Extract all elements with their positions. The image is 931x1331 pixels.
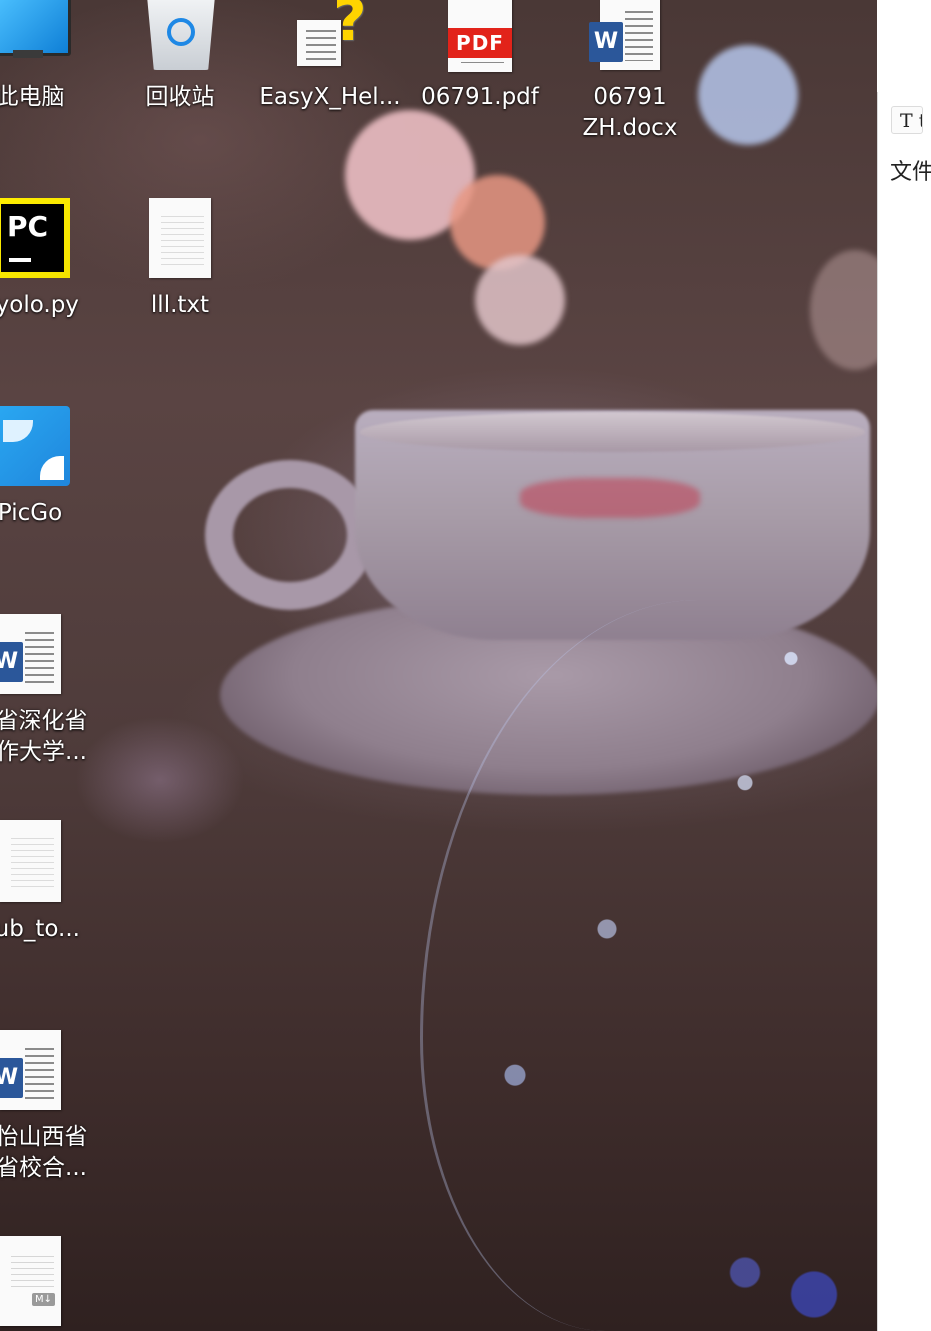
icon-label: lll.txt xyxy=(150,292,210,318)
icon-label: 此电脑 xyxy=(0,84,65,110)
picgo-icon xyxy=(0,406,70,486)
desktop-icon-picgo[interactable]: PicGo xyxy=(0,406,105,529)
word-badge: W xyxy=(589,22,623,62)
icon-label: PicGo xyxy=(0,500,63,526)
bokeh-light xyxy=(810,250,877,370)
markdown-file-icon: M↓ xyxy=(0,1236,61,1326)
icon-label: hub_to... xyxy=(0,916,80,942)
pycharm-underscore xyxy=(9,258,31,262)
word-badge: W xyxy=(0,1058,23,1098)
desktop-icon-hub-to[interactable]: hub_to... xyxy=(0,820,105,945)
icon-label: 西省深化省 合作大学... xyxy=(0,708,88,765)
text-format-button[interactable]: T t xyxy=(891,106,923,134)
icon-label: EasyX_Hel... xyxy=(259,84,401,110)
file-menu[interactable]: 文件 xyxy=(890,154,931,186)
icon-label: 06791 ZH.docx xyxy=(582,84,678,141)
icon-label: 06791.pdf xyxy=(421,84,539,110)
desktop-icon-pdf-06791[interactable]: PDF 06791.pdf xyxy=(405,0,555,113)
desktop-icon-easyx-help[interactable]: ? EasyX_Hel... xyxy=(255,0,405,113)
desktop-icon-lll-txt[interactable]: lll.txt xyxy=(105,198,255,321)
desktop-icon-markdown-file[interactable]: M↓ xyxy=(0,1236,105,1331)
wallpaper-lip-mark xyxy=(520,478,700,518)
desktop-icon-word-doc-2[interactable]: W 泽怡山西省 化省校合... xyxy=(0,1030,105,1184)
text-file-icon xyxy=(149,198,211,278)
pdf-badge: PDF xyxy=(448,28,512,58)
markdown-badge: M↓ xyxy=(31,1293,55,1306)
desktop-background: 此电脑 回收站 ? EasyX_Hel... PDF 06791.pdf W 0… xyxy=(0,0,877,1331)
icon-label: 回收站 xyxy=(145,84,215,110)
desktop-icon-recycle-bin[interactable]: 回收站 xyxy=(105,0,255,113)
app-window[interactable]: T t 文件 xyxy=(877,92,931,1331)
desktop-icon-this-pc[interactable]: 此电脑 xyxy=(0,0,105,113)
word-badge: W xyxy=(0,642,23,682)
recycle-arrows xyxy=(167,18,195,46)
bokeh-light xyxy=(475,255,565,345)
pycharm-badge: PC xyxy=(7,210,49,243)
wallpaper-cup-rim xyxy=(360,412,865,452)
desktop-icon-word-doc-1[interactable]: W 西省深化省 合作大学... xyxy=(0,614,105,768)
pycharm-icon: PC xyxy=(0,198,70,278)
icon-label: nyolo.py xyxy=(0,292,79,318)
desktop-icon-docx-06791[interactable]: W 06791 ZH.docx xyxy=(555,0,705,144)
icon-label: 泽怡山西省 化省校合... xyxy=(0,1124,88,1181)
computer-icon xyxy=(0,0,71,56)
text-file-icon xyxy=(0,820,61,902)
wallpaper-cup-handle xyxy=(205,460,375,610)
computer-stand xyxy=(13,50,43,58)
question-mark-glyph: ? xyxy=(333,0,367,54)
bokeh-light xyxy=(698,45,798,145)
desktop-icon-pycharm-file[interactable]: PC nyolo.py xyxy=(0,198,105,321)
